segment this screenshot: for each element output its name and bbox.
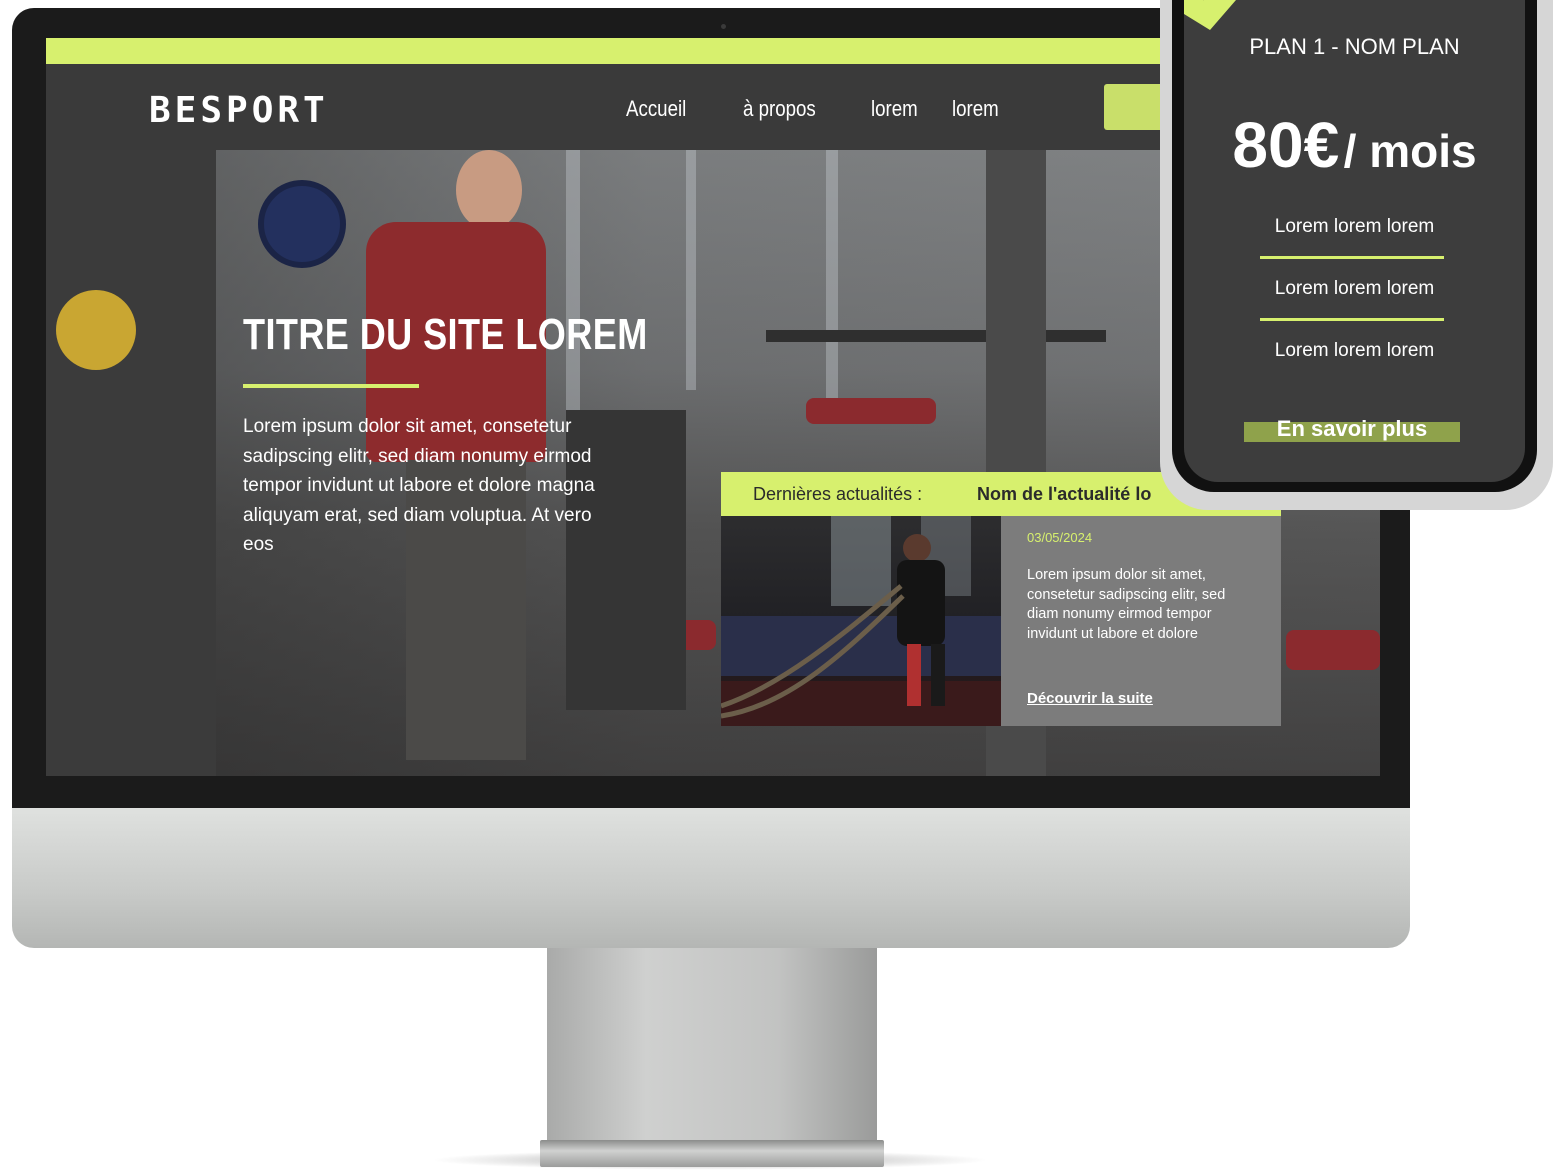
plan-feature-3: Lorem lorem lorem	[1274, 340, 1435, 361]
phone-screen: PLAN 1 - NOM PLAN 80€ / mois Lorem lorem…	[1184, 0, 1525, 482]
feature-divider	[1260, 318, 1444, 321]
nav-item-accueil[interactable]: Accueil	[626, 96, 686, 122]
nav-item-lorem-1[interactable]: lorem	[871, 96, 918, 122]
plan-cta-button[interactable]: En savoir plus	[1244, 416, 1460, 444]
athlete-head	[456, 150, 522, 230]
phone-frame: PLAN 1 - NOM PLAN 80€ / mois Lorem lorem…	[1160, 0, 1553, 510]
gym-bar	[766, 330, 1106, 342]
news-photo	[721, 516, 1001, 726]
weight-disc	[56, 290, 136, 370]
hero-underline	[243, 384, 419, 388]
plan-feature-2: Lorem lorem lorem	[1274, 278, 1435, 299]
plan-amount: 80€	[1232, 109, 1340, 181]
plan-period: / mois	[1343, 125, 1477, 177]
news-date: 03/05/2024	[1027, 530, 1093, 545]
hero-text: Lorem ipsum dolor sit amet, consetetur s…	[243, 416, 595, 555]
monitor-chin	[12, 808, 1410, 948]
plan-price: 80€ / mois	[1184, 108, 1525, 182]
nav-item-lorem-2[interactable]: lorem	[952, 96, 999, 122]
monitor-stand	[547, 948, 877, 1148]
check-badge-icon	[1184, 0, 1236, 30]
camera-icon	[721, 24, 726, 29]
window-frame	[826, 150, 838, 410]
plan-title: PLAN 1 - NOM PLAN	[1249, 34, 1460, 59]
news-headline[interactable]: Nom de l'actualité lo	[977, 472, 1151, 516]
news-image[interactable]	[721, 516, 1001, 726]
news-text: Lorem ipsum dolor sit amet, consetetur s…	[1027, 567, 1226, 642]
news-label: Dernières actualités :	[753, 484, 923, 504]
phone-bezel: PLAN 1 - NOM PLAN 80€ / mois Lorem lorem…	[1172, 0, 1537, 492]
window-frame	[566, 150, 580, 410]
window-frame	[686, 150, 696, 390]
gym-seat	[806, 398, 936, 424]
monitor-foot	[540, 1140, 884, 1167]
plan-cta-label: En savoir plus	[1276, 416, 1428, 441]
feature-divider	[1260, 256, 1444, 259]
gym-seat	[1286, 630, 1380, 670]
news-read-more-link[interactable]: Découvrir la suite	[1027, 690, 1153, 707]
gym-machine-left	[46, 150, 216, 776]
plan-feature-1: Lorem lorem lorem	[1274, 216, 1435, 237]
news-body: 03/05/2024 Lorem ipsum dolor sit amet, c…	[1001, 516, 1281, 726]
hero-title: TITRE DU SITE LOREM	[243, 310, 648, 359]
site-logo[interactable]: BESPORT	[149, 90, 329, 131]
nav-item-a-propos[interactable]: à propos	[743, 96, 816, 122]
weight-plate	[258, 180, 346, 268]
